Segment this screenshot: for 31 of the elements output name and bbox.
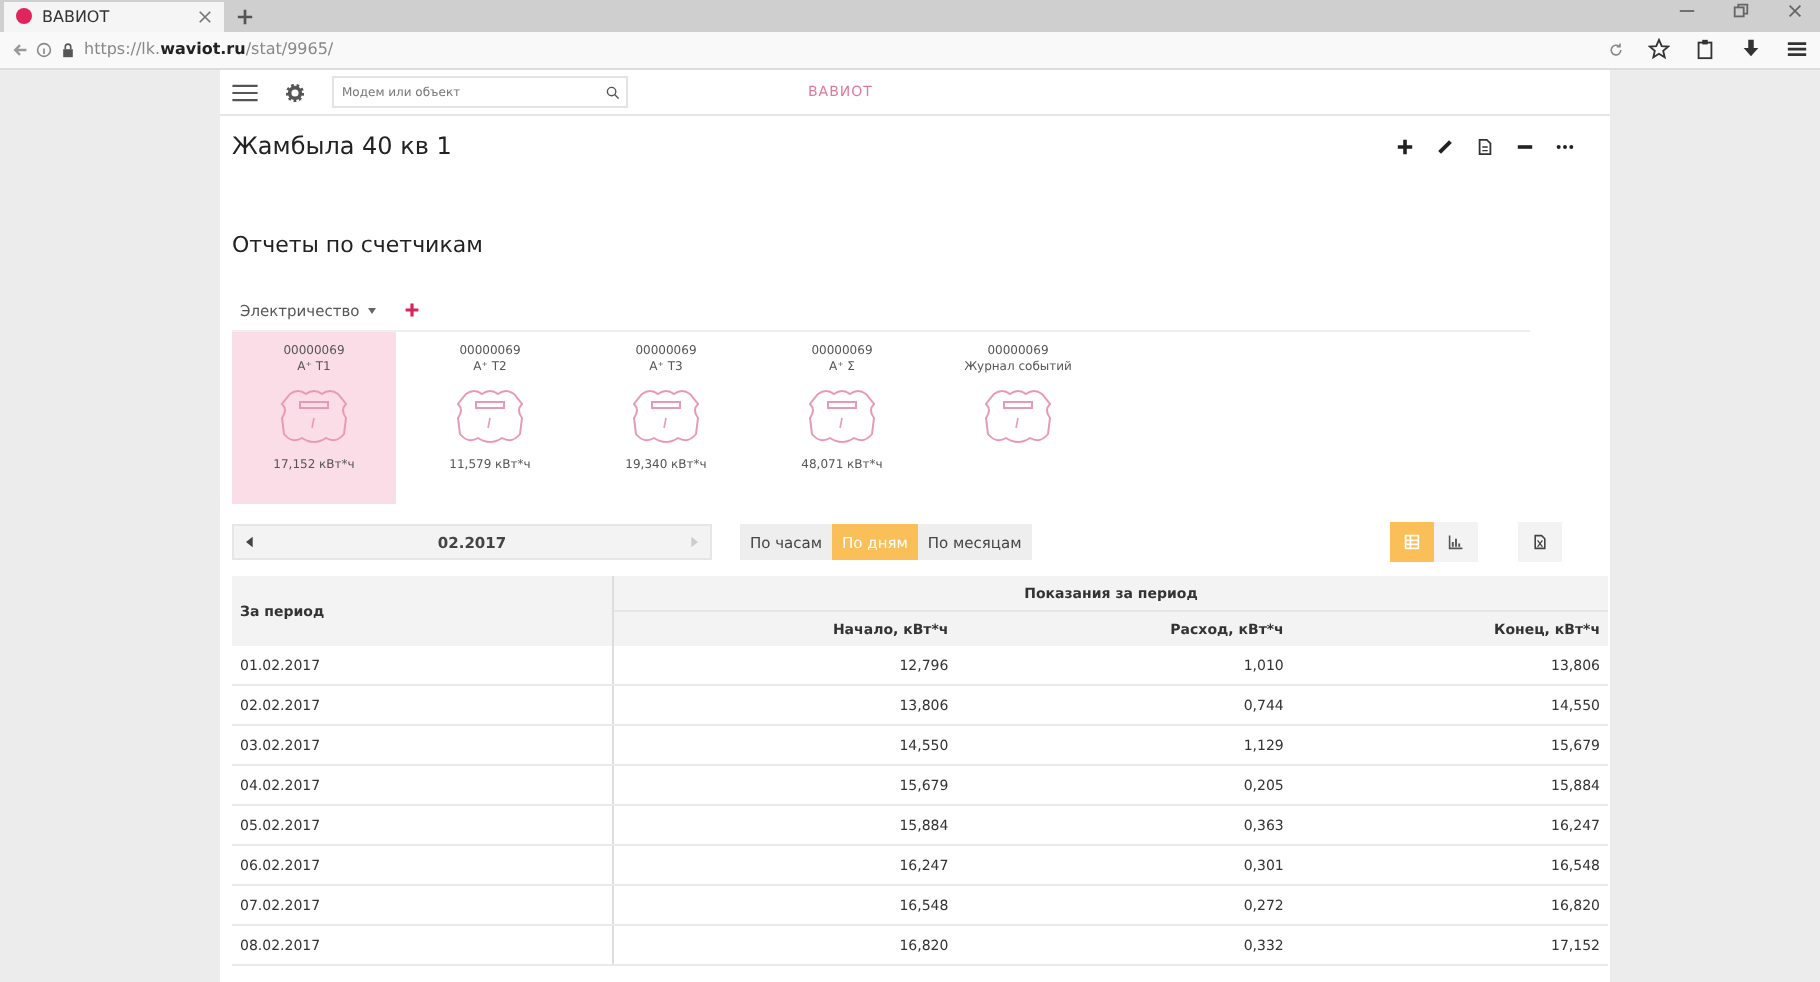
tab-title: ВАВИОТ bbox=[42, 7, 112, 26]
info-icon[interactable] bbox=[36, 41, 52, 58]
clipboard-icon[interactable] bbox=[1694, 38, 1716, 61]
document-icon bbox=[1532, 534, 1548, 550]
close-icon[interactable] bbox=[1786, 2, 1804, 21]
lock-icon bbox=[60, 41, 76, 58]
section-title: Отчеты по счетчикам bbox=[232, 232, 485, 258]
pencil-icon[interactable] bbox=[1436, 137, 1454, 155]
favicon-icon bbox=[16, 8, 32, 25]
url-field[interactable]: https://lk.waviot.ru/stat/9965/ bbox=[84, 40, 334, 59]
add-icon[interactable] bbox=[1396, 137, 1414, 155]
star-icon[interactable] bbox=[1648, 38, 1670, 61]
settings-icon[interactable] bbox=[286, 83, 304, 101]
back-arrow-icon[interactable] bbox=[12, 41, 28, 58]
previous-icon[interactable] bbox=[246, 536, 254, 548]
new-tab-icon[interactable] bbox=[236, 7, 254, 26]
view-toggle[interactable] bbox=[1390, 522, 1434, 562]
menu-icon[interactable] bbox=[232, 83, 258, 101]
object-title: Жамбыла 40 кв 1 bbox=[232, 132, 452, 160]
document-icon[interactable] bbox=[1476, 137, 1494, 155]
browser-tab[interactable]: ВАВИОТ bbox=[4, 1, 224, 32]
close-icon[interactable] bbox=[198, 9, 212, 24]
restore-icon[interactable] bbox=[1732, 2, 1750, 21]
search-icon[interactable] bbox=[606, 85, 620, 99]
view-toggle[interactable] bbox=[1434, 522, 1478, 562]
reload-icon[interactable] bbox=[1608, 41, 1624, 58]
chart-icon bbox=[1448, 534, 1464, 550]
menu-icon[interactable] bbox=[1786, 38, 1808, 61]
export-button[interactable] bbox=[1518, 522, 1562, 562]
table-icon bbox=[1404, 534, 1420, 550]
download-icon[interactable] bbox=[1740, 38, 1762, 61]
